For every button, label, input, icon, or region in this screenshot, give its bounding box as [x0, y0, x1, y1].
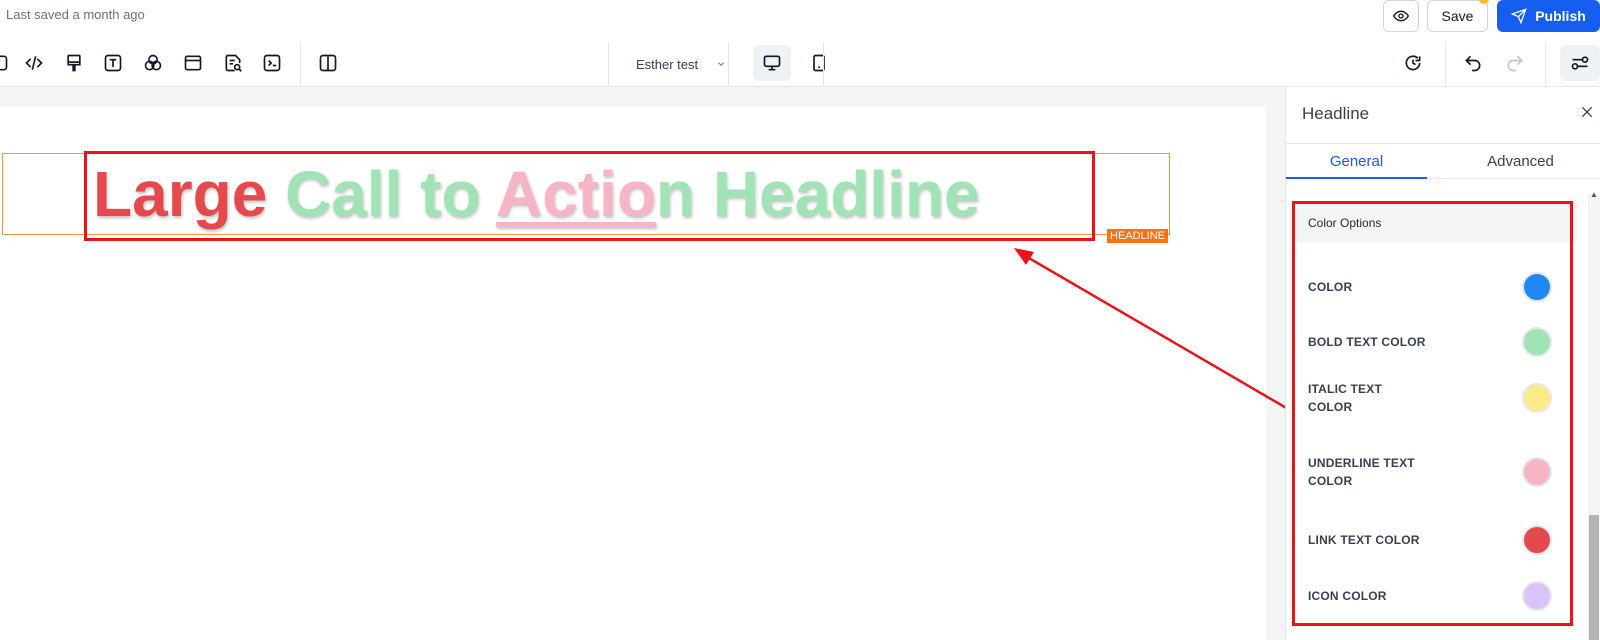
scroll-up-arrow[interactable]: ▲: [1590, 190, 1598, 199]
close-panel-button[interactable]: [1579, 104, 1595, 120]
tab-advanced[interactable]: Advanced: [1440, 153, 1600, 170]
panel-title: Headline: [1302, 104, 1370, 123]
divider: [1286, 143, 1600, 144]
scrollbar-thumb[interactable]: [1589, 515, 1599, 640]
page-builder-app: Last saved a month ago Save Publish Esth…: [0, 0, 1600, 640]
active-tab-indicator: [1286, 177, 1427, 179]
close-icon: [1581, 106, 1593, 118]
annotation-highlight-box: [1292, 201, 1573, 626]
tab-general[interactable]: General: [1286, 153, 1427, 170]
